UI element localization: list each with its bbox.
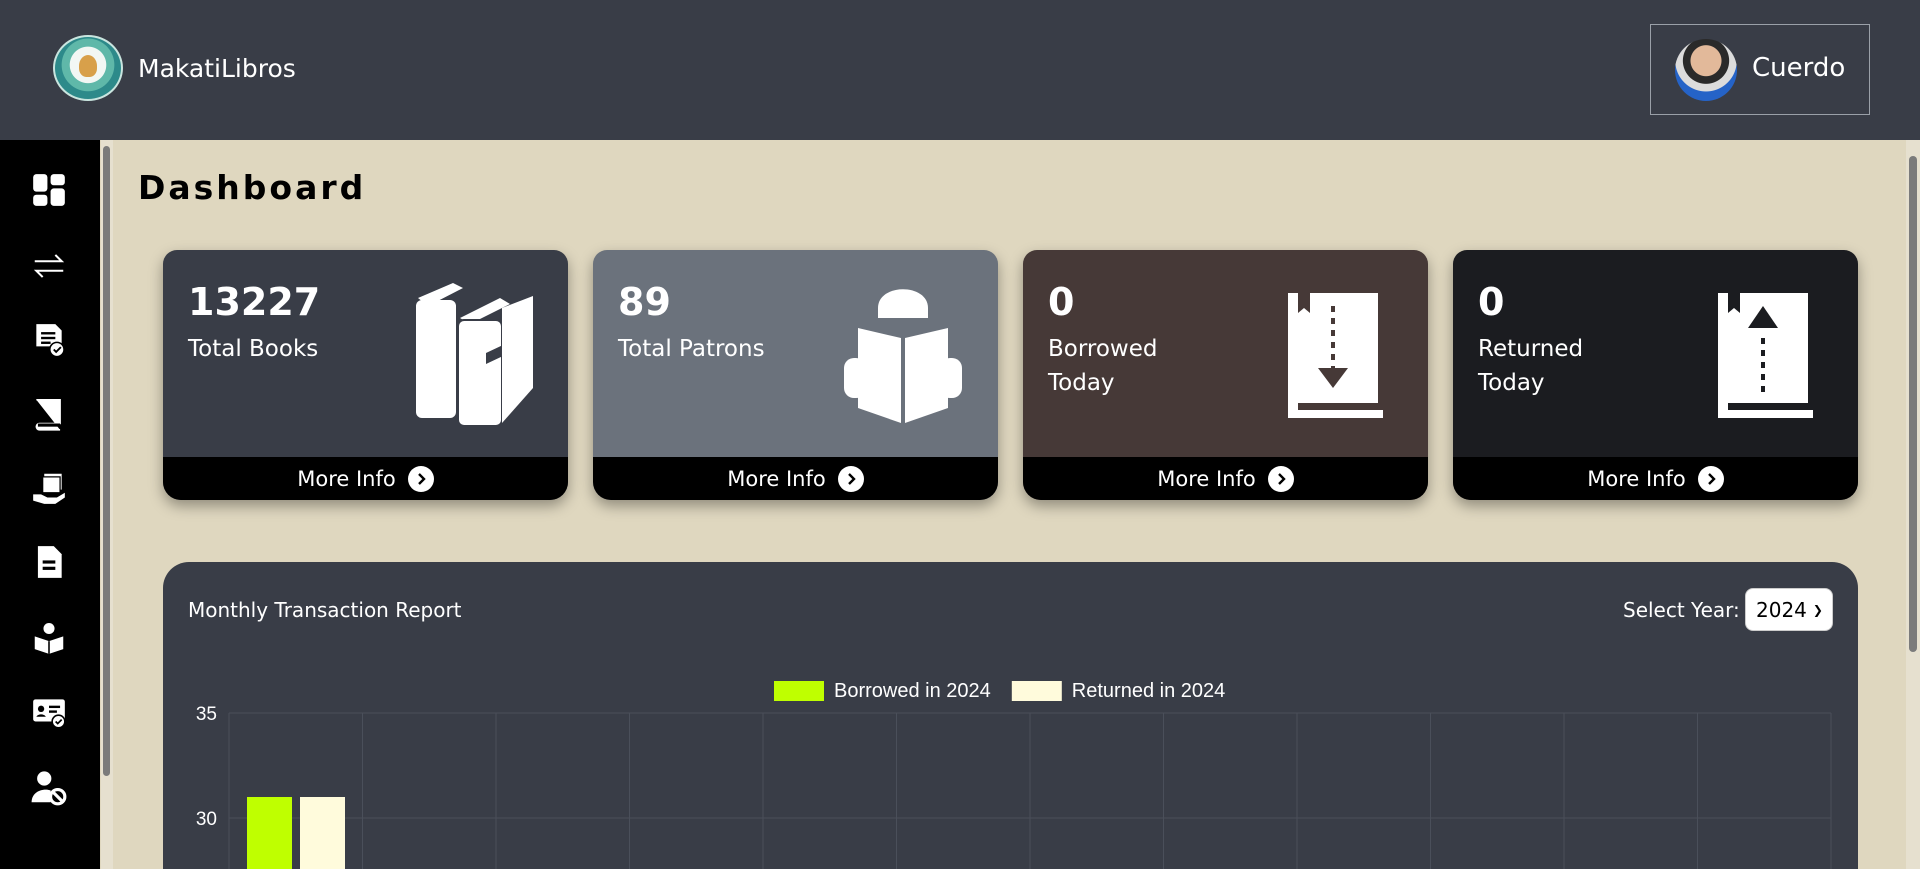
more-info-label: More Info (1587, 466, 1686, 491)
card-label: Total Patrons (618, 336, 765, 362)
sidebar-item-blocked-users[interactable] (27, 766, 71, 810)
sidebar (0, 140, 100, 869)
id-card-icon (33, 699, 66, 729)
book-upload-icon (1718, 293, 1813, 418)
library-logo[interactable] (53, 35, 123, 101)
y-tick-label: 35 (196, 704, 217, 725)
more-info-label: More Info (1157, 466, 1256, 491)
card-value: 0 (1048, 280, 1075, 324)
sidebar-item-books[interactable] (27, 392, 71, 436)
more-info-label: More Info (727, 466, 826, 491)
card-borrowed-today: 0 Borrowed Today More Info (1023, 250, 1428, 500)
dashboard-icon (33, 174, 65, 206)
book-download-icon (1288, 293, 1383, 418)
chevron-right-icon (1267, 465, 1294, 492)
sidebar-item-reports[interactable] (27, 318, 71, 362)
user-menu-button[interactable]: Cuerdo (1650, 24, 1870, 115)
patron-reading-icon (34, 622, 64, 654)
chevron-right-icon (407, 465, 434, 492)
main-scroll-thumb[interactable] (1909, 156, 1917, 652)
card-total-books: 13227 Total Books More Info (163, 250, 568, 500)
checked-document-icon (36, 324, 65, 358)
card-returned-today: 0 Returned Today More Info (1453, 250, 1858, 500)
sidebar-item-ids[interactable] (27, 690, 71, 734)
more-info-link[interactable]: More Info (163, 457, 568, 500)
sidebar-scrollbar[interactable] (101, 140, 113, 869)
chevron-right-icon (1697, 465, 1724, 492)
card-label: Returned Today (1478, 336, 1584, 396)
y-tick-label: 30 (196, 809, 217, 830)
legend-label: Borrowed in 2024 (834, 680, 991, 702)
legend-swatch (1011, 681, 1062, 701)
page-title: Dashboard (138, 168, 367, 207)
sidebar-item-transactions[interactable] (27, 244, 71, 288)
brand-name[interactable]: MakatiLibros (138, 54, 296, 83)
avatar (1675, 39, 1737, 101)
card-label: Total Books (188, 336, 319, 362)
card-value: 13227 (188, 280, 321, 324)
more-info-link[interactable]: More Info (1453, 457, 1858, 500)
user-block-icon (31, 771, 67, 806)
more-info-label: More Info (297, 466, 396, 491)
main-scrollbar[interactable] (1906, 140, 1920, 869)
book-icon (35, 398, 61, 431)
monthly-report-panel: Monthly Transaction Report Select Year: … (163, 562, 1858, 869)
legend-swatch (774, 681, 824, 701)
books-icon (416, 283, 533, 427)
sidebar-item-dashboard[interactable] (27, 168, 71, 212)
card-value: 0 (1478, 280, 1505, 324)
top-bar: MakatiLibros Cuerdo (0, 0, 1920, 140)
card-label: Borrowed Today (1048, 336, 1158, 396)
more-info-link[interactable]: More Info (1023, 457, 1428, 500)
document-icon (37, 546, 62, 578)
user-name: Cuerdo (1752, 53, 1846, 83)
transaction-bar-chart: Borrowed in 2024 Returned in 2024 35 30 (196, 680, 1832, 869)
card-value: 89 (618, 280, 671, 324)
legend-label: Returned in 2024 (1072, 680, 1225, 702)
bar (247, 797, 292, 869)
sidebar-item-patrons[interactable] (27, 616, 71, 660)
reader-icon (844, 289, 962, 423)
hand-book-icon (33, 473, 65, 504)
chevron-right-icon (837, 465, 864, 492)
transactions-icon (33, 254, 65, 278)
card-total-patrons: 89 Total Patrons More Info (593, 250, 998, 500)
sidebar-item-documents[interactable] (27, 540, 71, 584)
bar (300, 797, 345, 869)
sidebar-item-borrow[interactable] (27, 466, 71, 510)
sidebar-scroll-thumb[interactable] (103, 146, 110, 776)
more-info-link[interactable]: More Info (593, 457, 998, 500)
